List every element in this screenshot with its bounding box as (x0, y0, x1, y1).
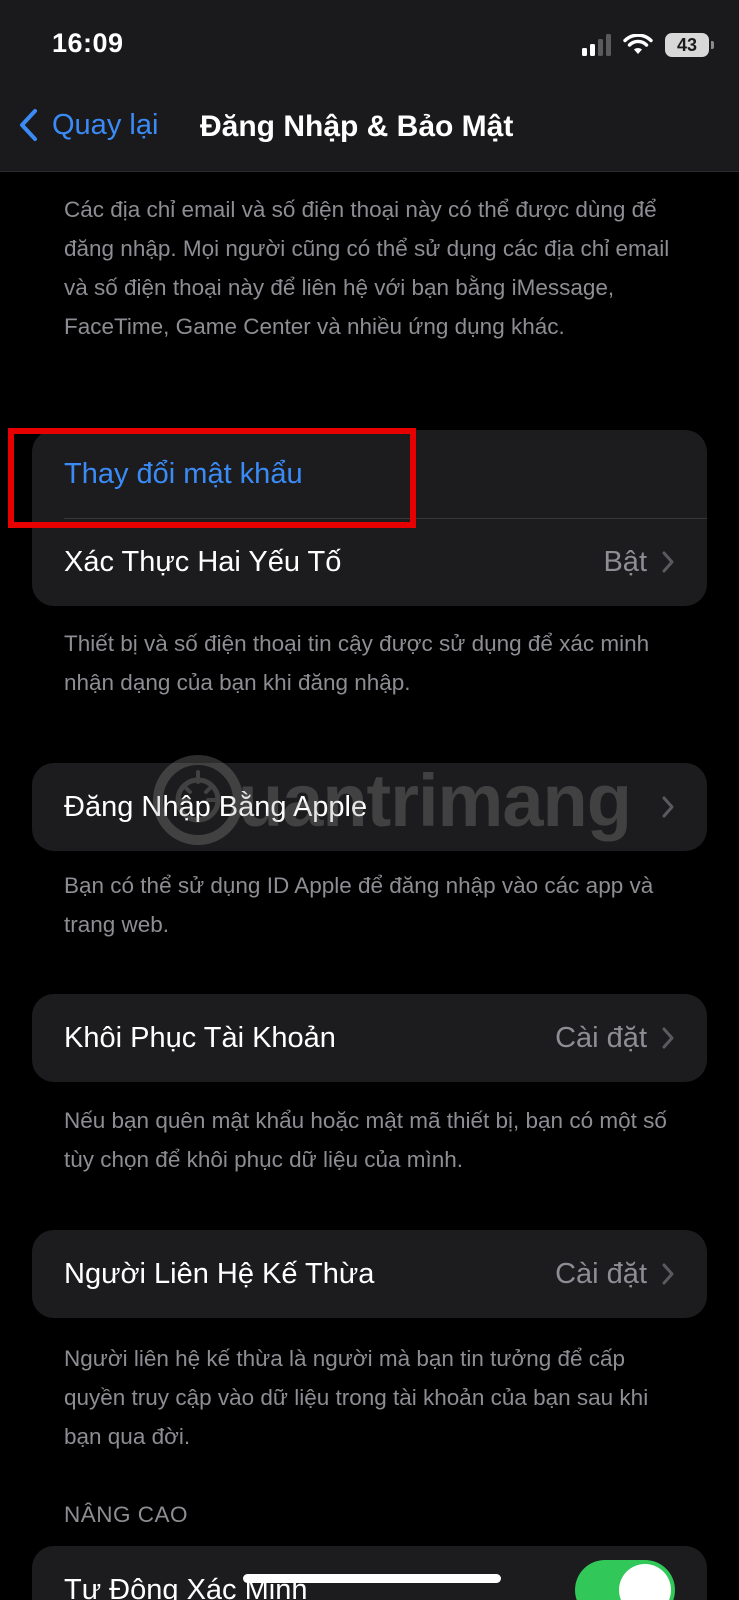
chevron-right-icon (662, 1027, 674, 1049)
account-recovery-label: Khôi Phục Tài Khoản (64, 1021, 336, 1054)
two-factor-label: Xác Thực Hai Yếu Tố (64, 545, 342, 578)
cellular-signal-icon (582, 34, 611, 56)
account-recovery-value: Cài đặt (555, 1021, 647, 1054)
battery-icon: 43 (665, 33, 714, 57)
sign-in-apple-label: Đăng Nhập Bằng Apple (64, 790, 368, 823)
two-factor-note: Thiết bị và số điện thoại tin cậy được s… (64, 631, 650, 695)
legacy-contact-value: Cài đặt (555, 1257, 647, 1290)
sign-in-apple-note: Bạn có thể sử dụng ID Apple để đăng nhập… (64, 873, 654, 937)
account-recovery-row[interactable]: Khôi Phục Tài Khoản Cài đặt (32, 994, 707, 1082)
screen: 16:09 43 Quay lại Đăng Nhập & Bảo Mật Cá… (0, 0, 739, 1600)
wifi-icon (623, 34, 653, 54)
legacy-contact-label: Người Liên Hệ Kế Thừa (64, 1257, 375, 1290)
change-password-button[interactable]: Thay đổi mật khẩu (32, 430, 707, 518)
email-phone-note: Các địa chỉ email và số điện thoại này c… (64, 197, 670, 339)
sign-in-apple-row[interactable]: Đăng Nhập Bằng Apple (32, 763, 707, 851)
settings-content: Các địa chỉ email và số điện thoại này c… (0, 0, 739, 1600)
status-icons: 43 (582, 30, 714, 60)
advanced-group: Tự Động Xác Minh (32, 1546, 707, 1600)
legacy-contact-row[interactable]: Người Liên Hệ Kế Thừa Cài đặt (32, 1230, 707, 1318)
auto-verify-row: Tự Động Xác Minh (32, 1546, 707, 1600)
two-factor-value: Bật (603, 545, 647, 578)
legacy-contact-note: Người liên hệ kế thừa là người mà bạn ti… (64, 1346, 649, 1449)
chevron-right-icon (662, 551, 674, 573)
account-recovery-note: Nếu bạn quên mật khẩu hoặc mật mã thiết … (64, 1108, 667, 1172)
security-group: Thay đổi mật khẩu Xác Thực Hai Yếu Tố Bậ… (32, 430, 707, 606)
change-password-label: Thay đổi mật khẩu (64, 457, 303, 490)
home-indicator[interactable] (243, 1574, 501, 1583)
status-time: 16:09 (52, 28, 124, 58)
chevron-right-icon (662, 796, 674, 818)
legacy-contact-group: Người Liên Hệ Kế Thừa Cài đặt (32, 1230, 707, 1318)
chevron-left-icon (20, 109, 37, 141)
advanced-section-header: NÂNG CAO (64, 1502, 189, 1527)
sign-in-apple-group: Đăng Nhập Bằng Apple (32, 763, 707, 851)
navigation-bar: 16:09 43 Quay lại Đăng Nhập & Bảo Mật (0, 0, 739, 172)
page-title: Đăng Nhập & Bảo Mật (200, 110, 514, 143)
two-factor-row[interactable]: Xác Thực Hai Yếu Tố Bật (32, 518, 707, 606)
back-label: Quay lại (52, 108, 159, 141)
auto-verify-toggle[interactable] (575, 1560, 675, 1600)
account-recovery-group: Khôi Phục Tài Khoản Cài đặt (32, 994, 707, 1082)
chevron-right-icon (662, 1263, 674, 1285)
back-button[interactable]: Quay lại (18, 108, 158, 142)
